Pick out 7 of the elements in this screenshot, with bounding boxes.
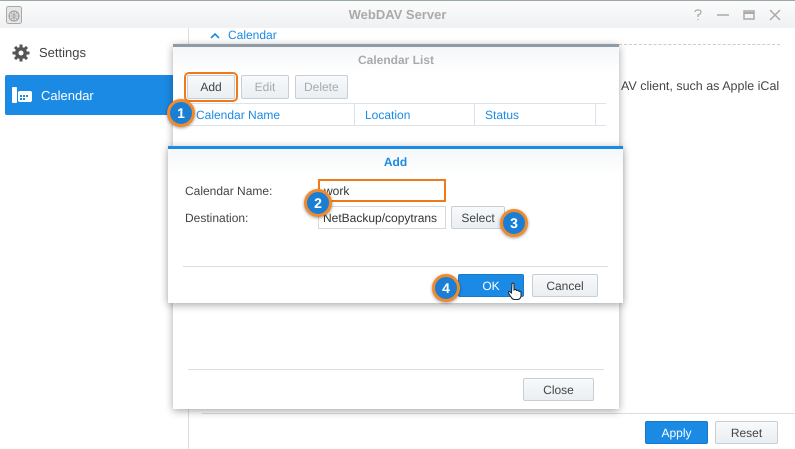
field-label: Destination: — [185, 210, 250, 224]
section-title: Calendar — [228, 29, 277, 42]
dialog-title: Calendar List — [358, 53, 434, 67]
dialog-title: Add — [384, 155, 408, 169]
field-label: Calendar Name: — [185, 184, 274, 198]
description-text: AV client, such as Apple iCal — [621, 79, 780, 93]
window-title: WebDAV Server — [348, 7, 448, 22]
